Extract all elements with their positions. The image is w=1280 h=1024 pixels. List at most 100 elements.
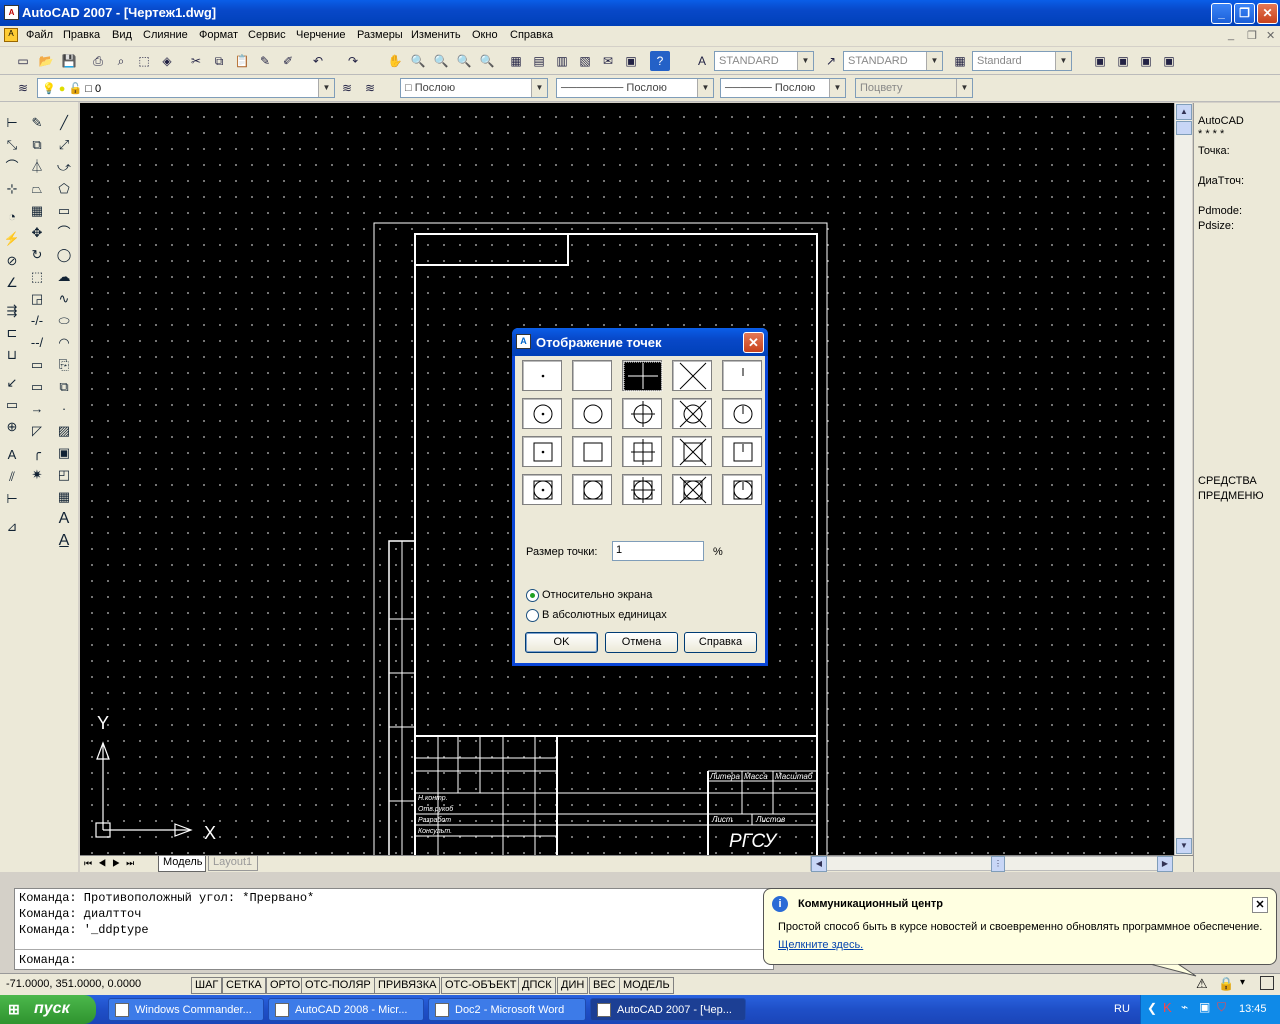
taskbar-item-4[interactable]: AutoCAD 2007 - [Чер... xyxy=(590,998,746,1021)
menu-format[interactable]: Формат xyxy=(199,29,238,41)
rectangle-icon[interactable]: ▭ xyxy=(53,200,75,222)
taskbar-item-2[interactable]: AutoCAD 2008 - Micr... xyxy=(268,998,424,1021)
color-select[interactable]: □ Послою ▼ xyxy=(400,78,548,98)
cancel-button[interactable]: Отмена xyxy=(605,632,678,653)
point-style-square-none-option[interactable] xyxy=(572,436,612,467)
maximize-button[interactable]: ❐ xyxy=(1234,3,1255,24)
circle-icon[interactable]: ◯ xyxy=(53,244,75,266)
screen-menu-pdmode[interactable]: Pdmode: xyxy=(1198,205,1242,217)
print-icon[interactable]: ⎙ xyxy=(88,51,108,71)
jogged-icon[interactable]: ⚡ xyxy=(1,228,23,250)
center-mark-icon[interactable]: ⊕ xyxy=(1,416,23,438)
join-icon[interactable]: → xyxy=(26,398,48,420)
scroll-up-icon[interactable]: ▲ xyxy=(1176,104,1192,120)
horizontal-scrollbar[interactable]: ◀ ⋮ ▶ xyxy=(810,856,1173,872)
help-icon[interactable]: ? xyxy=(650,51,670,71)
dimtedit-icon[interactable]: ⫽ xyxy=(1,466,23,488)
point-style-dot-option[interactable] xyxy=(522,360,562,391)
relative-to-screen-radio[interactable] xyxy=(526,589,539,602)
autocad-icon[interactable]: A xyxy=(4,5,19,20)
text-style-select[interactable]: STANDARD ▼ xyxy=(714,51,814,71)
help-button[interactable]: Справка xyxy=(684,632,757,653)
fillet-icon[interactable]: ╭ xyxy=(26,442,48,464)
volume-icon[interactable]: ▣ xyxy=(1199,1000,1210,1014)
erase-icon[interactable]: ✎ xyxy=(26,112,48,134)
minimize-button[interactable]: _ xyxy=(1211,3,1232,24)
break-icon[interactable]: ▭ xyxy=(26,376,48,398)
quick-dim-icon[interactable]: ⇶ xyxy=(1,300,23,322)
match-properties-icon[interactable]: ✎ xyxy=(255,51,275,71)
taskbar-item-3[interactable]: Doc2 - Microsoft Word xyxy=(428,998,586,1021)
copy-obj-icon[interactable]: ⧉ xyxy=(26,134,48,156)
polyline-icon[interactable]: ⤻ xyxy=(53,156,75,178)
absolute-units-radio[interactable] xyxy=(526,609,539,622)
aligned-dim-icon[interactable]: ⤡ xyxy=(1,134,23,156)
layer-manager-icon[interactable]: ≋ xyxy=(13,78,33,98)
plot-style-select[interactable]: Поцвету ▼ xyxy=(855,78,973,98)
point-style-square-cross-option[interactable] xyxy=(672,436,712,467)
hatch-icon[interactable]: ▨ xyxy=(53,420,75,442)
trim-icon[interactable]: -/- xyxy=(26,310,48,332)
offset-icon[interactable]: ⏢ xyxy=(26,178,48,200)
dim-style-icon[interactable]: ↗ xyxy=(821,51,841,71)
point-style-tick-option[interactable] xyxy=(722,360,762,391)
table-style-icon[interactable]: ▦ xyxy=(950,51,970,71)
menu-edit[interactable]: Правка xyxy=(63,29,100,41)
point-style-square-dot-option[interactable] xyxy=(522,436,562,467)
scroll-left-icon[interactable]: ◀ xyxy=(811,856,827,872)
screen-menu-autocad[interactable]: AutoCAD xyxy=(1198,115,1244,127)
coordinates-readout[interactable]: -71.0000, 351.0000, 0.0000 xyxy=(6,978,141,990)
point-size-input[interactable]: 1 xyxy=(612,541,704,561)
grid-toggle[interactable]: СЕТКА xyxy=(222,977,266,994)
clock[interactable]: 13:45 xyxy=(1239,1003,1267,1015)
document-icon[interactable]: A xyxy=(4,28,18,42)
screen-menu-pdsize[interactable]: Pdsize: xyxy=(1198,220,1234,232)
dim-update-icon[interactable]: ⊢ xyxy=(1,488,23,510)
tab-model[interactable]: Модель xyxy=(158,856,206,872)
insert-block-icon[interactable]: ⎘ xyxy=(53,354,75,376)
workspace-1-icon[interactable]: ▣ xyxy=(1090,51,1110,71)
layer-previous-icon[interactable]: ≋ xyxy=(360,78,380,98)
leader-icon[interactable]: ↙ xyxy=(1,372,23,394)
point-style-plus-option[interactable] xyxy=(622,360,663,392)
spline-icon[interactable]: ∿ xyxy=(53,288,75,310)
table-style-select[interactable]: Standard ▼ xyxy=(972,51,1072,71)
toolbar-lock-icon[interactable]: 🔒 xyxy=(1218,976,1234,992)
zoom-realtime-icon[interactable]: 🔍 xyxy=(408,51,428,71)
zoom-previous-icon[interactable]: 🔍 xyxy=(454,51,474,71)
taskbar-item-1[interactable]: Windows Commander... xyxy=(108,998,264,1021)
screen-menu-point[interactable]: Точка: xyxy=(1198,145,1230,157)
tab-layout1[interactable]: Layout1 xyxy=(208,856,258,871)
region-icon[interactable]: ◰ xyxy=(53,464,75,486)
vertical-scrollbar[interactable]: ▲ ▼ xyxy=(1174,103,1192,855)
tool-palettes-icon[interactable]: ▥ xyxy=(552,51,572,71)
point-style-none-option[interactable] xyxy=(572,360,612,391)
polygon-icon[interactable]: ⬠ xyxy=(53,178,75,200)
command-prompt[interactable]: Команда: xyxy=(19,953,77,967)
design-center-icon[interactable]: ▤ xyxy=(529,51,549,71)
extend-icon[interactable]: --/ xyxy=(26,332,48,354)
tab-nav-icons[interactable]: ⏮◀▶⏭ xyxy=(84,858,140,869)
dialog-close-button[interactable]: ✕ xyxy=(743,332,764,353)
balloon-link[interactable]: Щелкните здесь. xyxy=(778,939,863,951)
absolute-units-label[interactable]: В абсолютных единицах xyxy=(542,609,667,621)
close-button[interactable]: ✕ xyxy=(1257,3,1278,24)
angular-icon[interactable]: ∠ xyxy=(1,272,23,294)
scroll-down-icon[interactable]: ▼ xyxy=(1176,838,1192,854)
revcloud-icon[interactable]: ☁ xyxy=(53,266,75,288)
balloon-close-icon[interactable]: ✕ xyxy=(1252,897,1268,913)
mirror-icon[interactable]: ⏃ xyxy=(26,156,48,178)
menu-view[interactable]: Вид xyxy=(112,29,132,41)
snap-toggle[interactable]: ШАГ xyxy=(191,977,223,994)
break-point-icon[interactable]: ▭ xyxy=(26,354,48,376)
workspace-4-icon[interactable]: ▣ xyxy=(1159,51,1179,71)
workspace-2-icon[interactable]: ▣ xyxy=(1113,51,1133,71)
dim-style-select[interactable]: STANDARD ▼ xyxy=(843,51,943,71)
copy-icon[interactable]: ⧉ xyxy=(209,51,229,71)
scale-icon[interactable]: ⬚ xyxy=(26,266,48,288)
command-window[interactable]: Команда: Противоположный угол: *Прервано… xyxy=(14,888,774,970)
menu-draw[interactable]: Черчение xyxy=(296,29,346,41)
point-style-circle-square-cross-option[interactable] xyxy=(672,474,712,505)
calculator-icon[interactable]: ▣ xyxy=(621,51,641,71)
rotate-icon[interactable]: ↻ xyxy=(26,244,48,266)
